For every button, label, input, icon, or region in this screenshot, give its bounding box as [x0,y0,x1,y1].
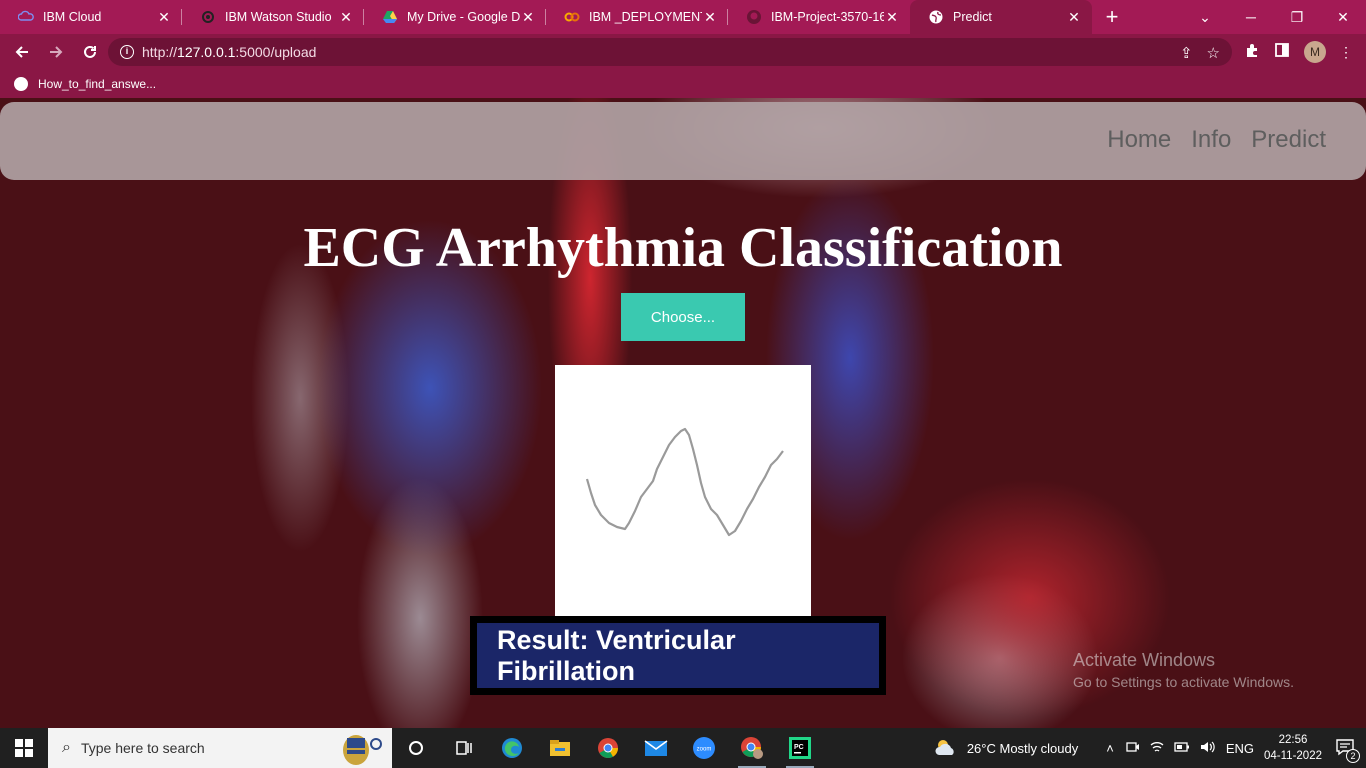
widgets-icon[interactable] [440,728,488,768]
tab-github-project[interactable]: IBM-Project-3570-165 ✕ [728,0,910,34]
tab-label: Predict [953,10,992,24]
address-bar[interactable]: i http://127.0.0.1:5000/upload ⇪ ☆ [108,38,1232,66]
wifi-icon[interactable] [1150,740,1164,757]
tab-label: IBM Watson Studio [225,10,332,24]
url-path: :5000/upload [235,44,317,60]
edge-icon[interactable] [488,728,536,768]
mail-icon[interactable] [632,728,680,768]
clock-date: 04-11-2022 [1264,750,1322,762]
close-icon[interactable]: ✕ [156,9,172,25]
globe-icon [928,9,944,25]
close-icon[interactable]: ✕ [884,9,900,25]
tab-ibm-cloud[interactable]: IBM Cloud ✕ [0,0,182,34]
chrome-icon[interactable] [584,728,632,768]
windows-taskbar: ⌕ Type here to search zoom PC 26°C Mostl… [0,728,1366,768]
nav-home-link[interactable]: Home [1107,126,1171,154]
page-background: Home Info Predict ECG Arrhythmia Classif… [0,98,1366,728]
close-icon[interactable]: ✕ [520,9,536,25]
result-text: Result: Ventricular Fibrillation [477,623,879,688]
close-icon[interactable]: ✕ [1066,9,1082,25]
restore-button[interactable]: ❐ [1274,0,1320,34]
svg-text:PC: PC [794,744,804,751]
close-window-button[interactable]: ✕ [1320,0,1366,34]
tab-label: IBM-Project-3570-165 [771,10,884,24]
close-icon[interactable]: ✕ [338,9,354,25]
extensions-icon[interactable] [1244,42,1260,63]
tab-search-icon[interactable]: ⌄ [1182,0,1228,34]
search-highlight-icon [330,730,386,768]
share-icon[interactable]: ⇪ [1180,44,1193,62]
choose-file-button[interactable]: Choose... [621,293,745,341]
chevron-up-icon[interactable]: ˄ [1106,741,1114,756]
arrow-left-icon [15,46,28,58]
clock-time: 22:56 [1278,734,1308,746]
start-button[interactable] [0,728,48,768]
new-tab-button[interactable]: + [1092,0,1132,34]
tab-label: IBM Cloud [43,10,102,24]
profile-avatar[interactable]: M [1304,41,1326,63]
svg-text:zoom: zoom [697,747,712,753]
arrow-right-icon [50,46,63,58]
tab-label: My Drive - Google Dri [407,10,520,24]
weather-cloud-icon[interactable] [933,737,959,760]
colab-icon [564,9,580,25]
ibm-cloud-icon [18,9,34,25]
site-info-icon[interactable]: i [120,45,134,59]
close-icon[interactable]: ✕ [702,9,718,25]
reload-button[interactable] [74,36,106,68]
taskbar-clock[interactable]: 22:56 04-11-2022 [1264,732,1322,764]
side-panel-icon[interactable] [1274,42,1290,63]
url-host: 127.0.0.1 [177,44,236,60]
github-icon [746,9,762,25]
zoom-icon[interactable]: zoom [680,728,728,768]
volume-icon[interactable] [1200,740,1216,757]
activation-watermark: Activate Windows Go to Settings to activ… [1073,650,1294,690]
system-tray: 26°C Mostly cloudy ˄ ENG 22:56 04-11-202… [933,728,1366,768]
nav-predict-link[interactable]: Predict [1251,126,1326,154]
menu-kebab-icon[interactable]: ⋮ [1326,34,1366,70]
task-view-icon[interactable] [392,728,440,768]
file-explorer-icon[interactable] [536,728,584,768]
watson-icon [200,9,216,25]
tab-strip: IBM Cloud ✕ IBM Watson Studio ✕ My Drive… [0,0,1366,34]
tab-deployment[interactable]: IBM _DEPLOYMENT_M ✕ [546,0,728,34]
chrome-profile-icon[interactable] [728,728,776,768]
notification-icon[interactable]: 2 [1336,738,1360,763]
tab-label: IBM _DEPLOYMENT_M [589,10,702,24]
tab-google-drive[interactable]: My Drive - Google Dri ✕ [364,0,546,34]
search-icon: ⌕ [62,739,71,756]
uploaded-image-preview [555,365,811,617]
browser-toolbar: i http://127.0.0.1:5000/upload ⇪ ☆ M ⋮ [0,34,1366,70]
tab-watson-studio[interactable]: IBM Watson Studio ✕ [182,0,364,34]
bookmark-item[interactable]: How_to_find_answe... [38,77,156,91]
url-scheme: http:// [142,44,178,60]
windows-logo-icon [15,739,33,757]
reload-icon [84,45,96,58]
watermark-title: Activate Windows [1073,650,1216,670]
weather-text[interactable]: 26°C Mostly cloudy [967,741,1078,756]
result-box: Result: Ventricular Fibrillation [470,616,886,695]
pycharm-icon[interactable]: PC [776,728,824,768]
search-placeholder: Type here to search [80,740,205,756]
battery-icon[interactable] [1174,741,1190,756]
bookmark-star-icon[interactable]: ☆ [1207,44,1220,62]
bookmarks-bar: How_to_find_answe... [0,70,1366,98]
globe-icon [14,77,28,91]
minimize-button[interactable]: ─ [1228,0,1274,34]
google-drive-icon [382,9,398,25]
forward-button[interactable] [40,36,72,68]
site-navbar: Home Info Predict [0,102,1366,180]
watermark-subtitle: Go to Settings to activate Windows. [1073,674,1294,690]
nav-info-link[interactable]: Info [1191,126,1231,154]
page-title: ECG Arrhythmia Classification [303,217,1063,279]
tab-predict[interactable]: Predict ✕ [910,0,1092,34]
language-indicator[interactable]: ENG [1226,741,1254,756]
back-button[interactable] [6,36,38,68]
taskbar-search-box[interactable]: ⌕ Type here to search [48,728,392,768]
notification-count-badge: 2 [1346,748,1360,763]
meet-now-icon[interactable] [1126,740,1140,757]
ecg-waveform-image [585,427,784,537]
